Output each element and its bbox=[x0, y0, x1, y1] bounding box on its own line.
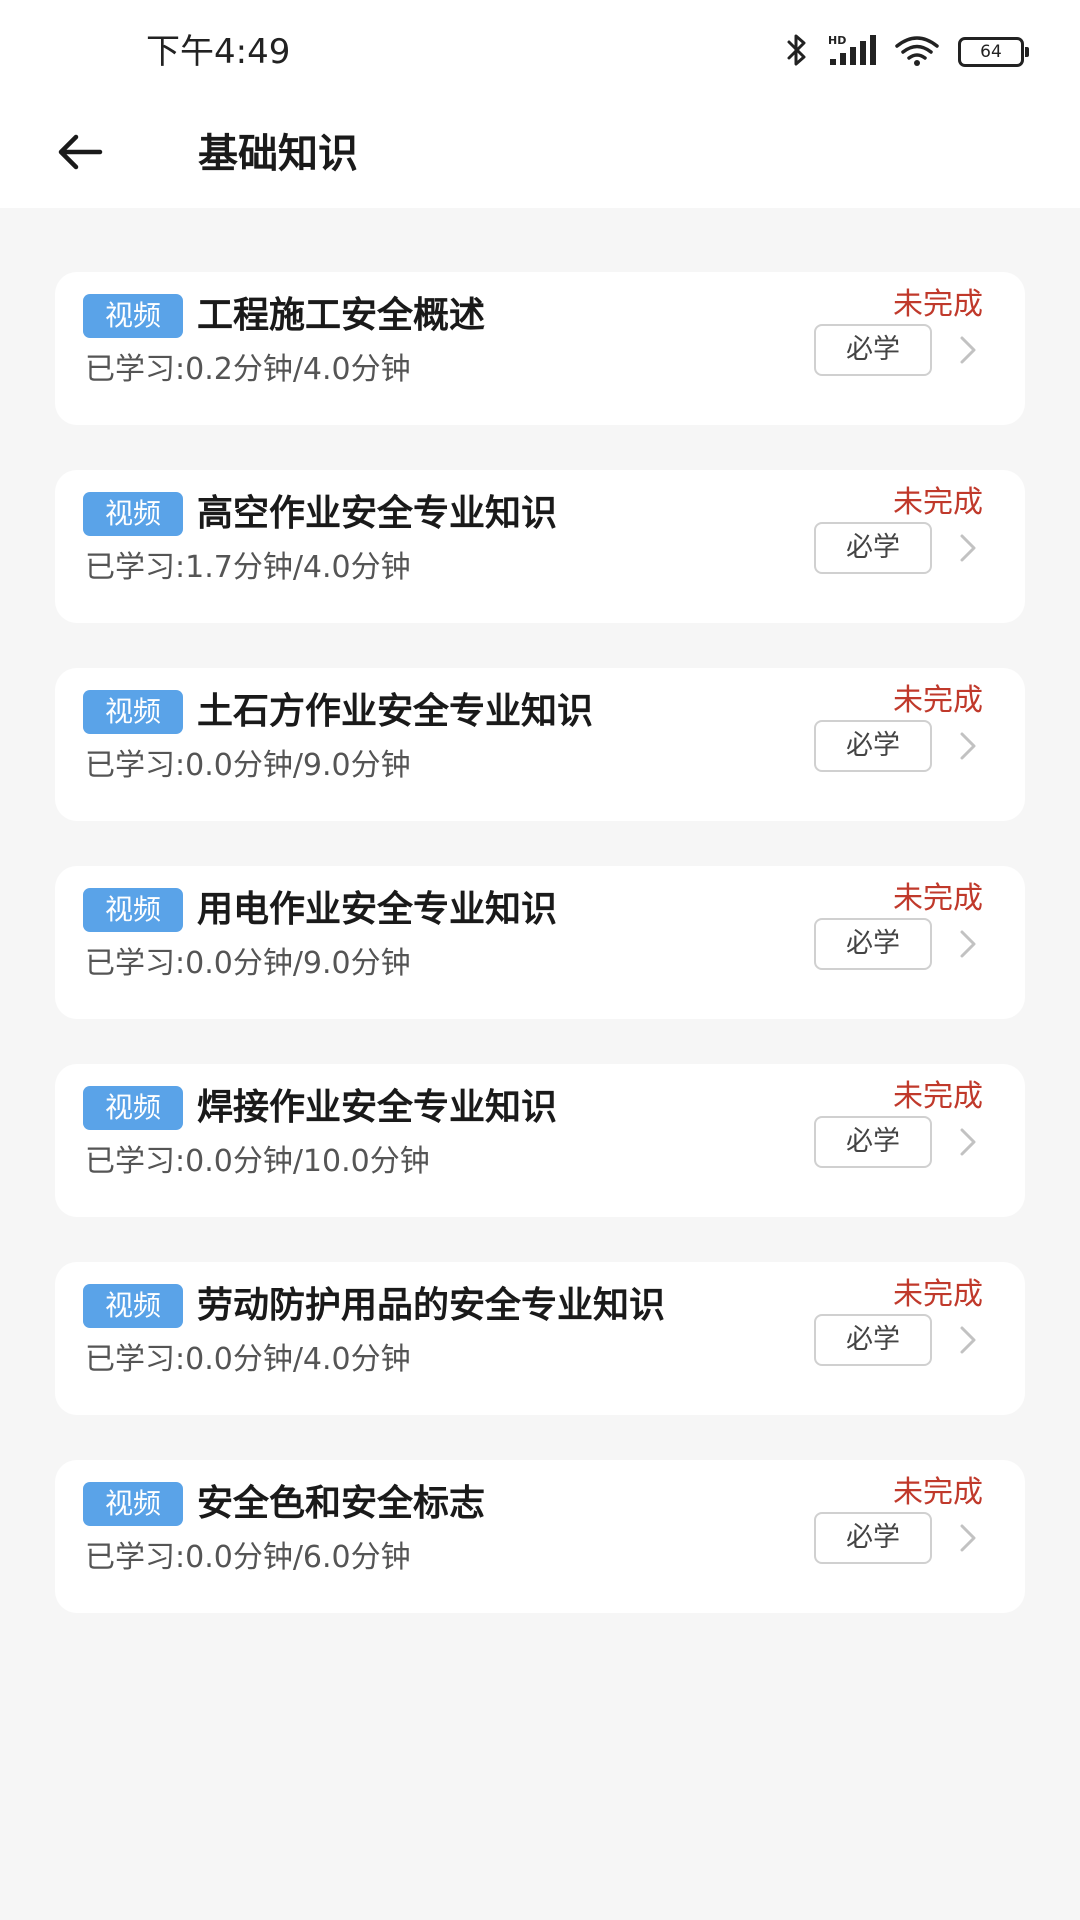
chevron-right-icon bbox=[953, 1518, 983, 1558]
video-tag: 视频 bbox=[83, 690, 183, 734]
course-title: 高空作业安全专业知识 bbox=[197, 493, 558, 534]
course-title: 工程施工安全概述 bbox=[197, 295, 486, 336]
chevron-right-icon bbox=[953, 924, 983, 964]
course-card[interactable]: 视频 工程施工安全概述 已学习:0.2分钟/4.0分钟 未完成 必学 bbox=[55, 272, 1025, 425]
course-card[interactable]: 视频 用电作业安全专业知识 已学习:0.0分钟/9.0分钟 未完成 必学 bbox=[55, 866, 1025, 1019]
cellular-signal-icon: HD bbox=[826, 33, 876, 71]
completion-status: 未完成 bbox=[893, 287, 983, 322]
course-progress: 已学习:0.0分钟/4.0分钟 bbox=[85, 1342, 411, 1377]
header: 基础知识 bbox=[0, 100, 1080, 208]
back-button[interactable] bbox=[40, 114, 120, 194]
course-list: 视频 工程施工安全概述 已学习:0.2分钟/4.0分钟 未完成 必学 视频 高空… bbox=[55, 272, 1025, 1658]
course-progress: 已学习:0.0分钟/9.0分钟 bbox=[85, 748, 411, 783]
required-badge: 必学 bbox=[814, 522, 932, 574]
status-time: 下午4:49 bbox=[146, 32, 291, 72]
completion-status: 未完成 bbox=[893, 485, 983, 520]
course-progress: 已学习:0.0分钟/10.0分钟 bbox=[85, 1144, 430, 1179]
video-tag: 视频 bbox=[83, 888, 183, 932]
course-title: 安全色和安全标志 bbox=[197, 1483, 486, 1524]
course-progress: 已学习:0.0分钟/9.0分钟 bbox=[85, 946, 411, 981]
completion-status: 未完成 bbox=[893, 1277, 983, 1312]
course-progress: 已学习:0.2分钟/4.0分钟 bbox=[85, 352, 411, 387]
course-title: 劳动防护用品的安全专业知识 bbox=[197, 1285, 666, 1326]
course-title: 焊接作业安全专业知识 bbox=[197, 1087, 558, 1128]
course-progress: 已学习:1.7分钟/4.0分钟 bbox=[85, 550, 411, 585]
course-title: 用电作业安全专业知识 bbox=[197, 889, 558, 930]
video-tag: 视频 bbox=[83, 492, 183, 536]
chevron-right-icon bbox=[953, 726, 983, 766]
battery-icon: 64 bbox=[958, 37, 1029, 67]
status-bar: 下午4:49 HD 64 bbox=[0, 0, 1080, 100]
course-title: 土石方作业安全专业知识 bbox=[197, 691, 594, 732]
chevron-right-icon bbox=[953, 330, 983, 370]
course-card[interactable]: 视频 安全色和安全标志 已学习:0.0分钟/6.0分钟 未完成 必学 bbox=[55, 1460, 1025, 1613]
course-progress: 已学习:0.0分钟/6.0分钟 bbox=[85, 1540, 411, 1575]
required-badge: 必学 bbox=[814, 918, 932, 970]
required-badge: 必学 bbox=[814, 720, 932, 772]
course-card[interactable]: 视频 劳动防护用品的安全专业知识 已学习:0.0分钟/4.0分钟 未完成 必学 bbox=[55, 1262, 1025, 1415]
chevron-right-icon bbox=[953, 528, 983, 568]
wifi-icon bbox=[894, 33, 940, 71]
completion-status: 未完成 bbox=[893, 1475, 983, 1510]
video-tag: 视频 bbox=[83, 1086, 183, 1130]
arrow-left-icon bbox=[56, 132, 104, 176]
completion-status: 未完成 bbox=[893, 881, 983, 916]
chevron-right-icon bbox=[953, 1122, 983, 1162]
video-tag: 视频 bbox=[83, 1284, 183, 1328]
svg-text:HD: HD bbox=[828, 34, 846, 47]
completion-status: 未完成 bbox=[893, 683, 983, 718]
course-card[interactable]: 视频 土石方作业安全专业知识 已学习:0.0分钟/9.0分钟 未完成 必学 bbox=[55, 668, 1025, 821]
required-badge: 必学 bbox=[814, 324, 932, 376]
bluetooth-icon bbox=[786, 33, 808, 71]
course-card[interactable]: 视频 焊接作业安全专业知识 已学习:0.0分钟/10.0分钟 未完成 必学 bbox=[55, 1064, 1025, 1217]
required-badge: 必学 bbox=[814, 1116, 932, 1168]
page-title: 基础知识 bbox=[198, 131, 358, 177]
video-tag: 视频 bbox=[83, 294, 183, 338]
required-badge: 必学 bbox=[814, 1314, 932, 1366]
completion-status: 未完成 bbox=[893, 1079, 983, 1114]
required-badge: 必学 bbox=[814, 1512, 932, 1564]
chevron-right-icon bbox=[953, 1320, 983, 1360]
course-card[interactable]: 视频 高空作业安全专业知识 已学习:1.7分钟/4.0分钟 未完成 必学 bbox=[55, 470, 1025, 623]
video-tag: 视频 bbox=[83, 1482, 183, 1526]
status-icons: HD 64 bbox=[786, 30, 1029, 74]
